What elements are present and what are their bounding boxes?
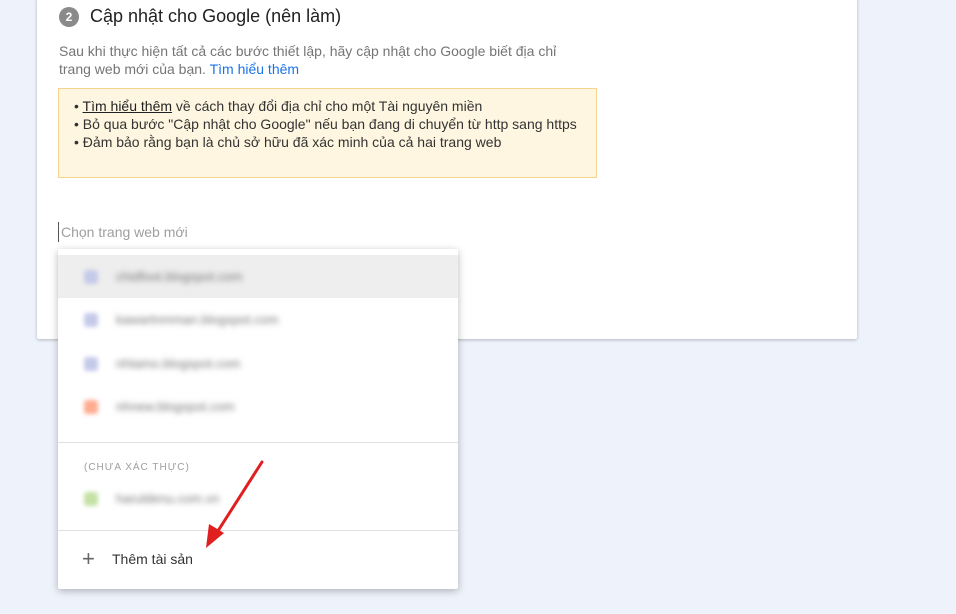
tip-line-3: • Đảm bảo rằng bạn là chủ sở hữu đã xác … [74, 134, 502, 150]
dropdown-item-site[interactable]: chidfoot.blogspot.com [58, 255, 458, 298]
unverified-section-header: (CHƯA XÁC THỰC) [84, 462, 190, 473]
dropdown-item-label: chidfoot.blogspot.com [116, 269, 243, 284]
tip-bullet: • [74, 98, 83, 114]
tip-line-2: • Bỏ qua bước "Cập nhật cho Google" nếu … [74, 116, 577, 132]
step-title: Cập nhật cho Google (nên làm) [90, 6, 342, 26]
dropdown-item-site[interactable]: nhtamo.blogspot.com [58, 342, 458, 385]
add-property-button[interactable]: + Thêm tài sản [58, 531, 458, 587]
site-dropdown-menu: chidfoot.blogspot.com kawartnmman.blogsp… [58, 249, 458, 589]
blogger-icon [84, 356, 98, 371]
step-number-badge: 2 [59, 6, 79, 27]
tip-line-1-text: về cách thay đổi địa chỉ cho một Tài ngu… [172, 98, 483, 114]
dropdown-divider [58, 442, 458, 443]
dropdown-item-label: nhnew.blogspot.com [116, 399, 235, 414]
tip-learn-more-link[interactable]: Tìm hiểu thêm [83, 98, 172, 114]
step-description: Sau khi thực hiện tất cả các bước thiết … [59, 42, 579, 78]
dropdown-item-label: nhtamo.blogspot.com [116, 356, 241, 371]
description-text: Sau khi thực hiện tất cả các bước thiết … [59, 43, 557, 77]
dropdown-item-label: kawartnmman.blogspot.com [116, 312, 279, 327]
blogger-icon [84, 269, 98, 284]
plus-icon: + [82, 546, 95, 571]
dropdown-item-site[interactable]: nhnew.blogspot.com [58, 385, 458, 428]
tips-box: • Tìm hiểu thêm về cách thay đổi địa chỉ… [58, 88, 597, 178]
new-site-input[interactable]: Chọn trang web mới [58, 222, 441, 242]
step-header: 2 Cập nhật cho Google (nên làm) [59, 6, 341, 27]
add-property-label: Thêm tài sản [112, 551, 193, 567]
blogger-icon [84, 312, 98, 327]
site-icon [84, 491, 98, 506]
dropdown-item-label: haruldenu.com.vn [116, 491, 220, 506]
tip-line-1: • Tìm hiểu thêm về cách thay đổi địa chỉ… [74, 97, 584, 115]
dropdown-item-site[interactable]: kawartnmman.blogspot.com [58, 298, 458, 341]
dropdown-item-unverified-site[interactable]: haruldenu.com.vn [58, 477, 458, 520]
learn-more-link[interactable]: Tìm hiểu thêm [210, 61, 299, 77]
site-icon [84, 399, 98, 414]
